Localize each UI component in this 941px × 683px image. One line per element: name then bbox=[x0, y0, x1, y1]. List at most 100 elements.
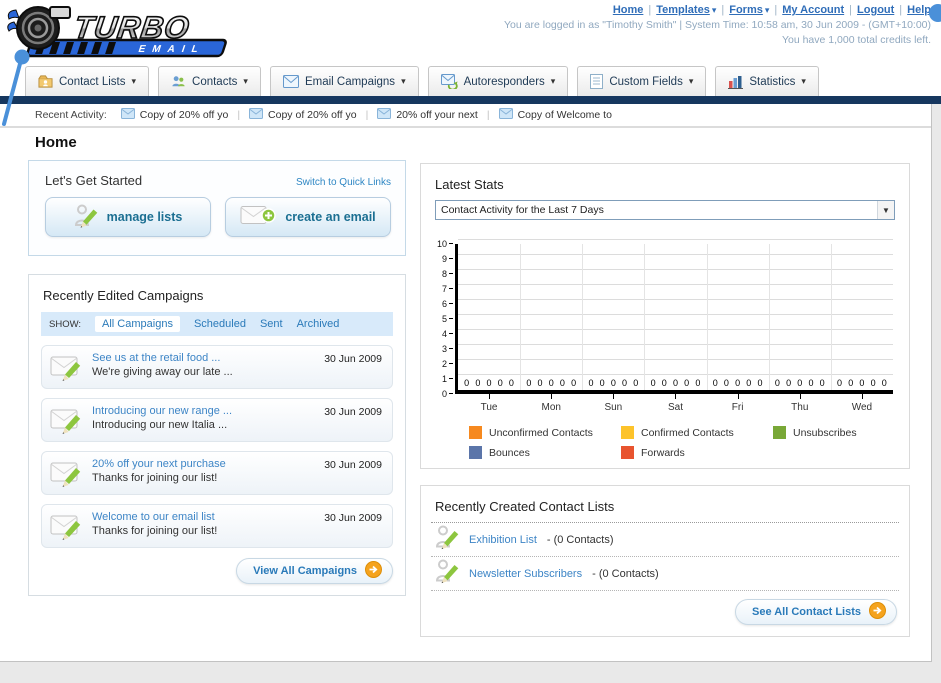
y-axis-label: 3 bbox=[441, 344, 447, 354]
create-email-label: create an email bbox=[285, 210, 376, 224]
tab-email-campaigns[interactable]: Email Campaigns ▾ bbox=[269, 66, 419, 96]
person-pencil-icon bbox=[435, 558, 459, 590]
person-pencil-icon bbox=[74, 203, 98, 232]
x-axis-label: Sun bbox=[582, 394, 644, 413]
envelope-icon bbox=[377, 108, 392, 122]
view-all-campaigns-button[interactable]: View All Campaigns bbox=[236, 558, 393, 584]
tab-statistics[interactable]: Statistics ▾ bbox=[715, 66, 819, 96]
campaign-subtitle: Thanks for joining our list! bbox=[92, 472, 218, 484]
activity-separator: | bbox=[237, 109, 241, 121]
app-window: EMAIL TURBO Home | Templates ▾ | Forms ▾ | My Ac… bbox=[0, 0, 941, 683]
show-label: SHOW: bbox=[49, 318, 82, 330]
manage-lists-button[interactable]: manage lists bbox=[45, 197, 211, 237]
campaign-date: 30 Jun 2009 bbox=[324, 353, 382, 365]
legend-label: Forwards bbox=[641, 446, 685, 459]
tab-label: Custom Fields bbox=[609, 75, 683, 88]
credits-status: You have 1,000 total credits left. bbox=[781, 34, 931, 46]
recent-activity-item[interactable]: 20% off your next bbox=[377, 108, 478, 122]
campaign-row: 20% off your next purchase Thanks for joi… bbox=[41, 451, 393, 495]
recent-activity-item[interactable]: Copy of 20% off yo bbox=[249, 108, 357, 122]
contact-lists-panel: Recently Created Contact Lists Exhibitio… bbox=[420, 485, 910, 637]
x-axis-label-text: Wed bbox=[851, 402, 873, 413]
gridline bbox=[458, 239, 893, 240]
x-axis-tick bbox=[737, 394, 739, 399]
tab-contact-lists[interactable]: Contact Lists ▾ bbox=[25, 66, 150, 96]
chart-xlabels: Tue Mon Sun Sat Fri Thu Wed bbox=[458, 394, 893, 413]
gridline bbox=[458, 344, 893, 345]
value-label: 0 bbox=[571, 378, 577, 388]
contact-list-count: - (0 Contacts) bbox=[546, 533, 614, 546]
email-campaigns-icon bbox=[282, 75, 299, 88]
chevron-down-icon: ▾ bbox=[688, 76, 694, 86]
campaign-row: Introducing our new range ... Introducing… bbox=[41, 398, 393, 442]
value-label: 0 bbox=[622, 378, 628, 388]
contact-list-link[interactable]: Newsletter Subscribers bbox=[469, 568, 582, 580]
gridline bbox=[458, 359, 893, 360]
grid-separator bbox=[830, 244, 832, 390]
filter-sent[interactable]: Sent bbox=[260, 318, 283, 330]
x-axis-label-text: Sun bbox=[604, 402, 623, 413]
legend-swatch bbox=[773, 426, 786, 439]
nav-link-my-account[interactable]: My Account bbox=[782, 4, 844, 16]
gridline bbox=[458, 374, 893, 375]
chart-plot: 00000000000000000000000000000000000 bbox=[455, 239, 893, 394]
y-axis-tick bbox=[449, 273, 453, 274]
nav-link-help[interactable]: Help bbox=[907, 4, 931, 16]
legend-item: Confirmed Contacts bbox=[621, 426, 773, 439]
y-axis-label: 4 bbox=[441, 329, 447, 339]
envelope-pencil-icon bbox=[50, 460, 83, 493]
filter-scheduled[interactable]: Scheduled bbox=[194, 318, 246, 330]
contact-activity-chart: 0 1 2 3 4 5 6 7 8 9 10 000000000000000000000000000… bbox=[433, 239, 893, 399]
value-label-group: 00000 bbox=[458, 378, 520, 388]
nav-link-logout[interactable]: Logout bbox=[857, 4, 894, 16]
value-label: 0 bbox=[723, 378, 729, 388]
value-label-group: 00000 bbox=[769, 378, 831, 388]
legend-swatch bbox=[469, 446, 482, 459]
envelope-pencil-icon bbox=[50, 407, 83, 440]
x-axis-tick bbox=[861, 394, 863, 399]
recent-activity-item-label: 20% off your next bbox=[396, 109, 478, 121]
see-all-contact-lists-button[interactable]: See All Contact Lists bbox=[734, 599, 897, 625]
tab-custom-fields[interactable]: Custom Fields ▾ bbox=[577, 66, 707, 96]
contact-list-link[interactable]: Exhibition List bbox=[469, 534, 537, 546]
filter-all-campaigns[interactable]: All Campaigns bbox=[95, 316, 180, 332]
value-label-group: 00000 bbox=[582, 378, 644, 388]
y-axis-label: 1 bbox=[441, 374, 447, 384]
login-status: You are logged in as "Timothy Smith" | S… bbox=[504, 19, 931, 31]
legend-label: Confirmed Contacts bbox=[641, 426, 734, 439]
recent-activity-item[interactable]: Copy of 20% off yo bbox=[120, 108, 228, 122]
nav-separator: | bbox=[648, 4, 652, 16]
nav-link-forms[interactable]: Forms bbox=[729, 4, 763, 16]
chart-ylabels: 0 1 2 3 4 5 6 7 8 9 10 bbox=[433, 239, 455, 399]
value-label: 0 bbox=[672, 378, 678, 388]
grid-separator bbox=[706, 244, 708, 390]
stats-period-select[interactable]: Contact Activity for the Last 7 Days ▼ bbox=[435, 200, 895, 220]
filter-archived[interactable]: Archived bbox=[297, 318, 340, 330]
see-all-contact-lists-label: See All Contact Lists bbox=[751, 606, 861, 618]
value-label: 0 bbox=[599, 378, 605, 388]
chart-legend: Unconfirmed Contacts Confirmed Contacts Un… bbox=[469, 426, 934, 466]
switch-quick-links-link[interactable]: Switch to Quick Links bbox=[296, 177, 391, 188]
recent-activity-item-label: Copy of Welcome to bbox=[517, 109, 612, 121]
legend-swatch bbox=[469, 426, 482, 439]
tab-label: Autoresponders bbox=[463, 75, 545, 88]
campaign-date: 30 Jun 2009 bbox=[324, 406, 382, 418]
campaign-row: See us at the retail food ... We're givin… bbox=[41, 345, 393, 389]
nav-link-home[interactable]: Home bbox=[613, 4, 644, 16]
nav-link-templates[interactable]: Templates bbox=[656, 4, 710, 16]
chevron-down-icon: ▾ bbox=[801, 76, 806, 86]
y-axis-label: 2 bbox=[441, 359, 447, 369]
y-axis-label: 7 bbox=[441, 284, 447, 294]
value-label-group: 00000 bbox=[707, 378, 769, 388]
recent-activity-bar: Recent Activity: Copy of 20% off yo | Copy… bbox=[0, 104, 931, 128]
value-label-group: 00000 bbox=[831, 378, 893, 388]
campaign-date: 30 Jun 2009 bbox=[324, 512, 382, 524]
tab-label: Contacts bbox=[192, 75, 238, 88]
create-email-button[interactable]: create an email bbox=[225, 197, 391, 237]
tab-contacts[interactable]: Contacts ▾ bbox=[158, 66, 261, 96]
tab-autoresponders[interactable]: Autoresponders ▾ bbox=[427, 66, 569, 96]
recent-activity-item[interactable]: Copy of Welcome to bbox=[498, 108, 612, 122]
chevron-down-icon: ▾ bbox=[401, 76, 406, 86]
gridline bbox=[458, 284, 893, 285]
y-axis-label: 9 bbox=[441, 254, 447, 264]
